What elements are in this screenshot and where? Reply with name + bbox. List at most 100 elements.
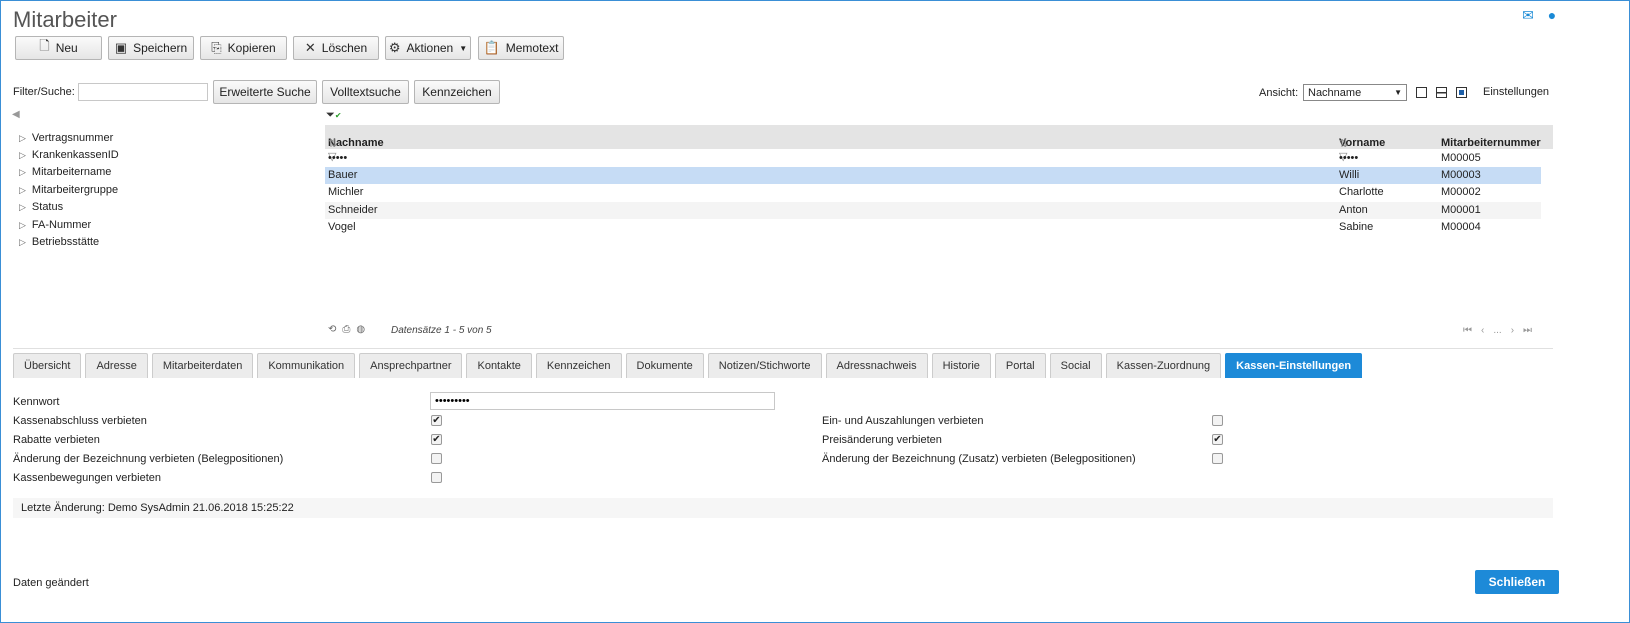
tab-ansprechpartner[interactable]: Ansprechpartner bbox=[359, 353, 463, 378]
table-row[interactable]: ••••• ••••• M00005 bbox=[325, 150, 1541, 167]
save-icon: ▣ bbox=[114, 40, 128, 55]
tab-kennzeichen[interactable]: Kennzeichen bbox=[535, 353, 622, 378]
checkbox-ein-auszahlungen[interactable] bbox=[1212, 415, 1223, 426]
fulltext-search-button[interactable]: Volltextsuche bbox=[322, 80, 409, 104]
tab-kassen-einstellungen[interactable]: Kassen-Einstellungen bbox=[1225, 353, 1363, 378]
pager-ellipsis: ... bbox=[1493, 325, 1502, 336]
view-select-value: Nachname bbox=[1308, 86, 1362, 99]
cell-vorname: Anton bbox=[1339, 204, 1368, 216]
first-page-icon[interactable]: ⏮ bbox=[1463, 325, 1472, 336]
divider bbox=[13, 348, 1553, 349]
actions-icon: ⚙ bbox=[388, 40, 401, 55]
new-button[interactable]: 🗋 Neu bbox=[15, 36, 102, 60]
memo-button[interactable]: 📋 Memotext bbox=[478, 36, 564, 60]
filter-input[interactable] bbox=[78, 83, 208, 101]
expand-icon: ▷ bbox=[19, 219, 26, 230]
view-label: Ansicht: bbox=[1259, 87, 1299, 99]
tree-item[interactable]: ▷ Vertragsnummer bbox=[19, 132, 113, 144]
table-row[interactable]: Michler Charlotte M00002 bbox=[325, 184, 1541, 201]
table-row[interactable]: Vogel Sabine M00004 bbox=[325, 219, 1541, 236]
actions-button[interactable]: ⚙ Aktionen ▼ bbox=[385, 36, 471, 60]
tab-kontakte[interactable]: Kontakte bbox=[466, 353, 532, 378]
mail-icon[interactable]: ✉ bbox=[1520, 7, 1536, 23]
tab-historie[interactable]: Historie bbox=[931, 353, 991, 378]
tab-kassen-zuordnung[interactable]: Kassen-Zuordnung bbox=[1105, 353, 1222, 378]
checkbox-label: Kassenabschluss verbieten bbox=[13, 415, 147, 427]
checkbox-label: Preisänderung verbieten bbox=[822, 434, 942, 446]
status-text: Daten geändert bbox=[13, 577, 89, 589]
copy-label: Kopieren bbox=[227, 41, 276, 55]
tree-item-label: Status bbox=[31, 201, 64, 213]
copy-icon: ⎘ bbox=[211, 40, 222, 55]
cell-nummer: M00001 bbox=[1441, 204, 1481, 216]
copy-button[interactable]: ⎘ Kopieren bbox=[200, 36, 287, 60]
cell-nummer: M00003 bbox=[1441, 169, 1481, 181]
filter-label: Filter/Suche: bbox=[13, 86, 75, 98]
grid-footer-tools: ⟲ ⎙ ◍ bbox=[328, 324, 365, 335]
tree-item-label: Mitarbeitername bbox=[31, 166, 112, 178]
password-field[interactable] bbox=[430, 392, 775, 410]
last-page-icon[interactable]: ⏭ bbox=[1523, 325, 1532, 336]
view-select[interactable]: Nachname ▼ bbox=[1303, 84, 1407, 101]
collapse-left-icon[interactable]: ◀ bbox=[12, 109, 20, 120]
checkbox-preisaenderung[interactable]: ✔ bbox=[1212, 434, 1223, 445]
cell-nachname: Schneider bbox=[328, 204, 378, 216]
tree-item[interactable]: ▷ Betriebsstätte bbox=[19, 236, 99, 248]
columns-icon[interactable]: ◍ bbox=[356, 324, 365, 335]
cell-vorname: ••••• bbox=[1339, 152, 1359, 164]
tree-item-label: KrankenkassenID bbox=[31, 149, 119, 161]
view-mode-single-icon[interactable] bbox=[1416, 87, 1427, 98]
flags-button[interactable]: Kennzeichen bbox=[414, 80, 500, 104]
grid-header: Nachname ⇅ ▽ Vorname ⇅ ▽ Mitarbeiternumm… bbox=[325, 125, 1553, 163]
tree-item[interactable]: ▷ KrankenkassenID bbox=[19, 149, 119, 161]
tab-adresse[interactable]: Adresse bbox=[85, 353, 148, 378]
tree-item[interactable]: ▷ FA-Nummer bbox=[19, 219, 91, 231]
tree-item-label: Mitarbeitergruppe bbox=[31, 184, 119, 196]
checkbox-kassenbewegungen[interactable] bbox=[431, 472, 442, 483]
tab-notizen[interactable]: Notizen/Stichworte bbox=[707, 353, 822, 378]
memo-label: Memotext bbox=[505, 41, 559, 55]
checkbox-kassenabschluss[interactable]: ✔ bbox=[431, 415, 442, 426]
checkbox-rabatte[interactable]: ✔ bbox=[431, 434, 442, 445]
checkbox-bezeichnung[interactable] bbox=[431, 453, 442, 464]
new-document-icon: 🗋 bbox=[39, 38, 50, 53]
expand-icon: ▷ bbox=[19, 166, 26, 177]
prev-page-icon[interactable]: ‹ bbox=[1481, 325, 1484, 336]
tree-item[interactable]: ▷ Mitarbeitergruppe bbox=[19, 184, 118, 196]
tree-item[interactable]: ▷ Mitarbeitername bbox=[19, 166, 111, 178]
refresh-icon[interactable]: ⟲ bbox=[328, 324, 336, 335]
actions-label: Aktionen bbox=[406, 41, 454, 55]
delete-button[interactable]: ✕ Löschen bbox=[293, 36, 379, 60]
pager: ⏮ ‹ ... › ⏭ bbox=[1463, 325, 1532, 336]
close-icon: ✕ bbox=[304, 40, 316, 55]
checkbox-label: Änderung der Bezeichnung (Zusatz) verbie… bbox=[822, 453, 1136, 465]
tab-portal[interactable]: Portal bbox=[994, 353, 1046, 378]
checkbox-bezeichnung-zusatz[interactable] bbox=[1212, 453, 1223, 464]
close-button[interactable]: Schließen bbox=[1475, 570, 1559, 594]
filter-active-icon[interactable]: ⏷✔ bbox=[326, 109, 342, 122]
view-mode-split-icon[interactable] bbox=[1436, 87, 1447, 98]
print-icon[interactable]: ⎙ bbox=[342, 324, 350, 335]
tab-kommunikation[interactable]: Kommunikation bbox=[257, 353, 356, 378]
chat-icon[interactable]: ● bbox=[1544, 7, 1560, 23]
save-label: Speichern bbox=[133, 41, 188, 55]
page-title: Mitarbeiter bbox=[13, 7, 117, 32]
last-change-bar: Letzte Änderung: Demo SysAdmin 21.06.201… bbox=[13, 498, 1553, 518]
tree-item-label: FA-Nummer bbox=[31, 219, 92, 231]
tree-item[interactable]: ▷ Status bbox=[19, 201, 63, 213]
table-row-selected[interactable]: Bauer Willi M00003 bbox=[325, 167, 1541, 184]
save-button[interactable]: ▣ Speichern bbox=[108, 36, 194, 60]
expand-icon: ▷ bbox=[19, 184, 26, 195]
tab-dokumente[interactable]: Dokumente bbox=[625, 353, 704, 378]
tab-mitarbeiterdaten[interactable]: Mitarbeiterdaten bbox=[151, 353, 254, 378]
tab-adressnachweis[interactable]: Adressnachweis bbox=[825, 353, 928, 378]
table-row[interactable]: Schneider Anton M00001 bbox=[325, 202, 1541, 219]
tab-uebersicht[interactable]: Übersicht bbox=[13, 353, 82, 378]
view-mode-full-icon[interactable] bbox=[1456, 87, 1467, 98]
settings-link[interactable]: Einstellungen bbox=[1483, 86, 1549, 98]
extended-search-button[interactable]: Erweiterte Suche bbox=[213, 80, 317, 104]
cell-nachname: Bauer bbox=[328, 169, 358, 181]
next-page-icon[interactable]: › bbox=[1511, 325, 1514, 336]
tab-social[interactable]: Social bbox=[1049, 353, 1102, 378]
cell-nachname: Vogel bbox=[328, 221, 356, 233]
